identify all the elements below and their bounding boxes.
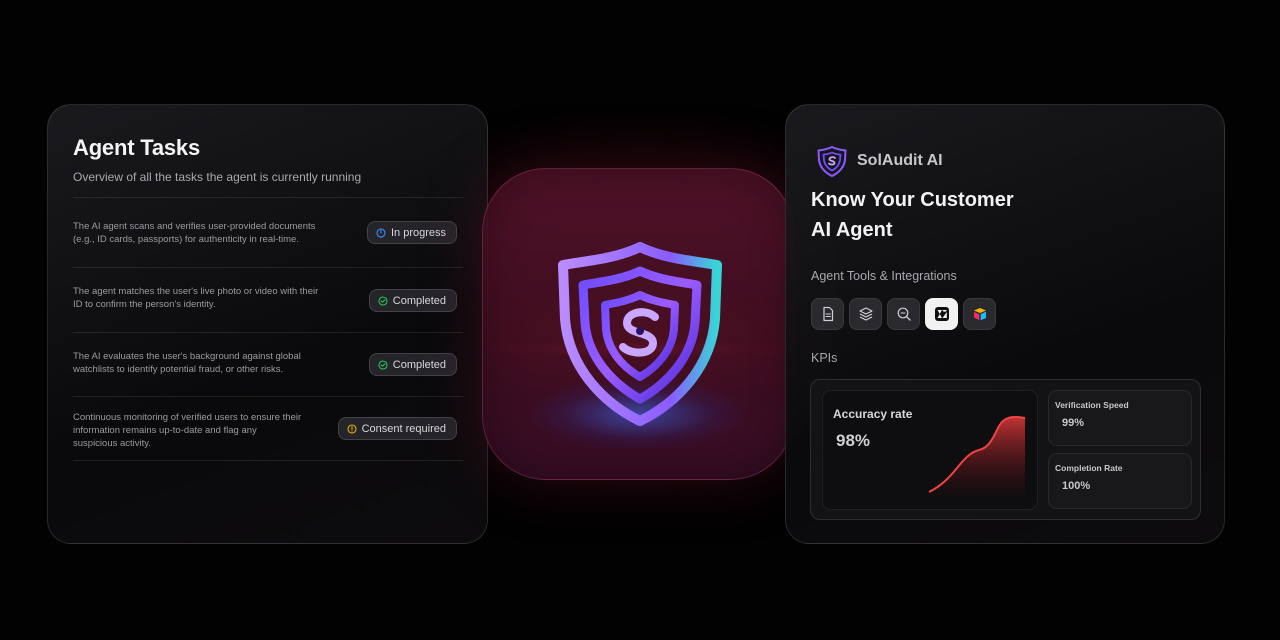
panel-title: Agent Tasks [73, 135, 200, 160]
layers-icon [858, 307, 873, 321]
brand-name: SolAudit AI [857, 152, 943, 169]
airtable-icon [973, 308, 986, 321]
kpi-completion-label: Completion Rate [1055, 463, 1123, 473]
status-badge[interactable]: Consent required [337, 417, 457, 440]
task-description: The agent matches the user's live photo … [73, 286, 319, 310]
agent-tasks-panel: Agent Tasks Overview of all the tasks th… [47, 104, 488, 544]
status-label: In progress [390, 226, 446, 239]
kpi-verification-card: Verification Speed 99% [1048, 390, 1192, 446]
progress-icon [376, 227, 386, 238]
tool-search[interactable] [887, 298, 920, 330]
kpi-accuracy-label: Accuracy rate [833, 407, 913, 421]
tools-list [811, 298, 996, 330]
kpis-label: KPIs [811, 351, 838, 365]
panel-subtitle: Overview of all the tasks the agent is c… [73, 170, 362, 184]
status-badge[interactable]: Completed [368, 353, 457, 376]
tool-airtable[interactable] [963, 298, 996, 330]
zendesk-icon [934, 307, 949, 321]
app-logo-tile [482, 168, 794, 480]
kpi-verification-value: 99% [1062, 417, 1085, 429]
tools-label: Agent Tools & Integrations [811, 269, 957, 283]
kpi-completion-value: 100% [1062, 480, 1091, 492]
task-row[interactable]: The AI agent scans and verifies user-pro… [73, 197, 463, 267]
warning-circle-icon [347, 423, 357, 434]
check-circle-icon [378, 295, 388, 306]
solaudit-logo-icon [817, 145, 847, 177]
task-description: The AI evaluates the user's background a… [73, 351, 301, 375]
document-icon [822, 306, 833, 322]
kpi-completion-card: Completion Rate 100% [1048, 453, 1192, 509]
tool-zendesk[interactable] [925, 298, 958, 330]
kyc-agent-panel: SolAudit AI Know Your Customer AI Agent … [785, 104, 1225, 544]
status-label: Completed [392, 294, 446, 307]
task-row[interactable]: Continuous monitoring of verified users … [73, 396, 463, 461]
agent-title: Know Your Customer AI Agent [811, 185, 1071, 245]
accuracy-trend-sparkline [928, 416, 1026, 496]
shield-s-logo-icon [558, 242, 722, 426]
task-description: The AI agent scans and verifies user-pro… [73, 221, 316, 245]
agent-title-line2: AI Agent [811, 219, 893, 241]
tool-document[interactable] [811, 298, 844, 330]
check-circle-icon [378, 359, 388, 370]
agent-title-line1: Know Your Customer [811, 189, 1014, 211]
status-badge[interactable]: In progress [366, 221, 457, 244]
status-badge[interactable]: Completed [368, 289, 457, 312]
tool-layers[interactable] [849, 298, 882, 330]
brand: SolAudit AI [816, 145, 943, 177]
sparkline-area [929, 416, 1025, 496]
kpi-section: Accuracy rate 98% Verification Speed 99%… [810, 379, 1201, 520]
task-description: Continuous monitoring of verified users … [73, 412, 302, 449]
kpi-accuracy-value: 98% [836, 431, 871, 450]
kpi-verification-label: Verification Speed [1055, 400, 1129, 410]
kpi-accuracy-card: Accuracy rate 98% [822, 390, 1038, 510]
task-row[interactable]: The agent matches the user's live photo … [73, 267, 463, 332]
status-label: Completed [392, 358, 446, 371]
search-scan-icon [897, 307, 911, 321]
status-label: Consent required [361, 422, 446, 435]
task-row[interactable]: The AI evaluates the user's background a… [73, 332, 463, 396]
